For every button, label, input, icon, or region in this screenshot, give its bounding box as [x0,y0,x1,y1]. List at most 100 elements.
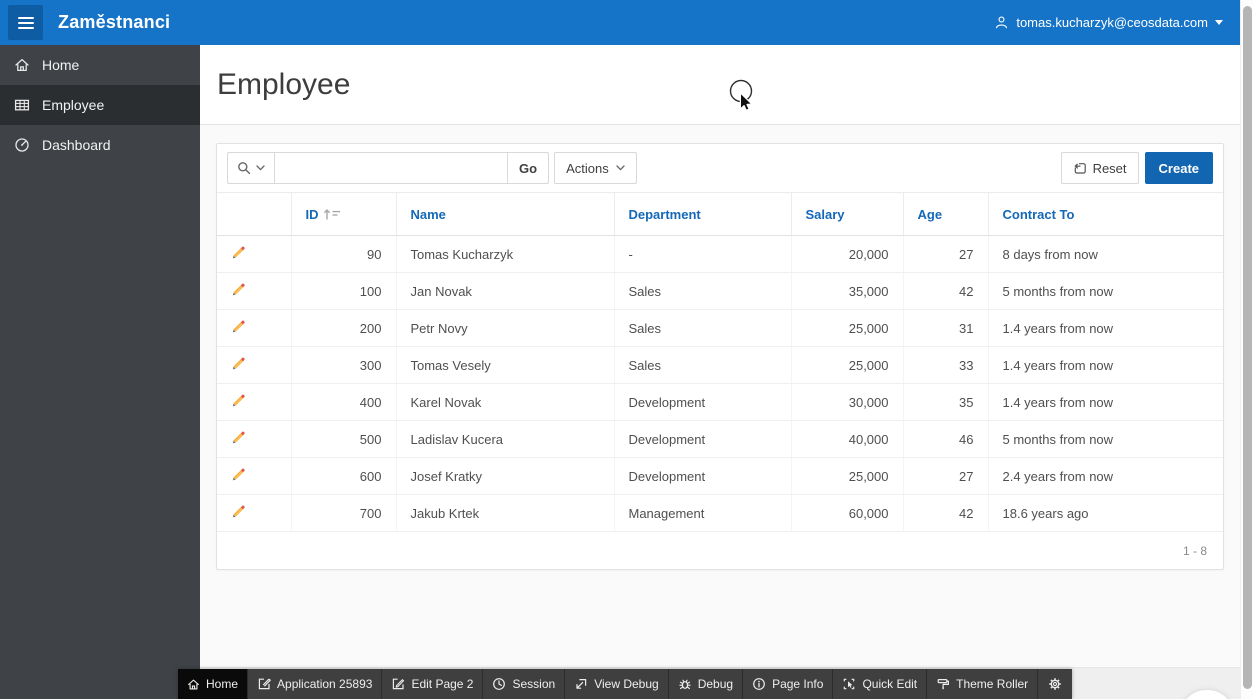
cell-contract-to: 1.4 years from now [988,384,1223,421]
scrollbar[interactable] [1240,0,1253,699]
report-body: 90 Tomas Kucharzyk - 20,000 27 8 days fr… [217,236,1223,532]
sidebar-item-label: Employee [42,97,104,113]
pencil-icon [231,319,246,334]
user-icon [994,15,1009,30]
cell-department: Sales [614,273,791,310]
cell-department: Sales [614,310,791,347]
table-row: 300 Tomas Vesely Sales 25,000 33 1.4 yea… [217,347,1223,384]
cell-salary: 40,000 [791,421,903,458]
table-row: 500 Ladislav Kucera Development 40,000 4… [217,421,1223,458]
devbar-edit-page-button[interactable]: Edit Page 2 [382,669,483,699]
cell-age: 27 [903,458,988,495]
quick-edit-icon [842,677,856,691]
actions-button[interactable]: Actions [554,152,637,184]
table-icon [14,97,30,113]
pencil-icon [231,356,246,371]
edit-row-button[interactable] [231,393,246,408]
bug-icon [678,677,692,691]
column-header-department[interactable]: Department [614,193,791,236]
edit-row-button[interactable] [231,504,246,519]
cell-salary: 25,000 [791,458,903,495]
page-title: Employee [217,68,350,102]
devbar-debug-button[interactable]: Debug [669,669,743,699]
reset-icon [1073,161,1087,175]
devbar-home-button[interactable]: Home [178,669,248,699]
cell-id: 400 [291,384,396,421]
sidebar: Home Employee Dashboard [0,45,200,699]
cell-salary: 25,000 [791,310,903,347]
home-icon [187,678,200,691]
column-header-salary[interactable]: Salary [791,193,903,236]
sidebar-item-employee[interactable]: Employee [0,85,200,125]
scrollbar-thumb[interactable] [1243,6,1252,689]
chevron-down-icon [616,165,625,171]
table-row: 100 Jan Novak Sales 35,000 42 5 months f… [217,273,1223,310]
cell-contract-to: 18.6 years ago [988,495,1223,532]
devbar-settings-button[interactable] [1038,669,1072,699]
cell-age: 31 [903,310,988,347]
edit-row-button[interactable] [231,467,246,482]
devbar-theme-roller-button[interactable]: Theme Roller [927,669,1038,699]
edit-row-button[interactable] [231,430,246,445]
cell-id: 700 [291,495,396,532]
edit-row-button[interactable] [231,245,246,260]
clock-icon [492,677,506,691]
sidebar-item-label: Dashboard [42,137,111,153]
column-header-id[interactable]: ID [291,193,396,236]
cell-id: 200 [291,310,396,347]
cell-name: Jan Novak [396,273,614,310]
cell-contract-to: 5 months from now [988,421,1223,458]
cell-name: Jakub Krtek [396,495,614,532]
edit-row-button[interactable] [231,356,246,371]
search-column-selector-button[interactable] [227,152,275,184]
column-header-name[interactable]: Name [396,193,614,236]
hamburger-icon [18,17,34,29]
create-button[interactable]: Create [1145,152,1213,184]
reset-button[interactable]: Reset [1061,152,1139,184]
sidebar-item-dashboard[interactable]: Dashboard [0,125,200,165]
edit-row-button[interactable] [231,319,246,334]
header-row: ID Name Department [217,193,1223,236]
gear-icon [1047,676,1063,692]
cell-id: 300 [291,347,396,384]
cell-age: 33 [903,347,988,384]
cell-name: Tomas Vesely [396,347,614,384]
cell-contract-to: 1.4 years from now [988,347,1223,384]
edit-row-button[interactable] [231,282,246,297]
table-row: 90 Tomas Kucharzyk - 20,000 27 8 days fr… [217,236,1223,273]
column-header-age[interactable]: Age [903,193,988,236]
user-menu[interactable]: tomas.kucharzyk@ceosdata.com [994,15,1223,30]
cell-age: 46 [903,421,988,458]
sidebar-item-home[interactable]: Home [0,45,200,85]
devbar-view-debug-button[interactable]: View Debug [565,669,669,699]
cell-department: - [614,236,791,273]
cell-name: Karel Novak [396,384,614,421]
cell-department: Management [614,495,791,532]
cell-id: 600 [291,458,396,495]
cell-salary: 60,000 [791,495,903,532]
cell-contract-to: 1.4 years from now [988,310,1223,347]
cell-age: 42 [903,273,988,310]
gauge-icon [14,137,30,153]
pagination-label: 1 - 8 [1183,544,1207,558]
table-row: 200 Petr Novy Sales 25,000 31 1.4 years … [217,310,1223,347]
devbar-application-button[interactable]: Application 25893 [248,669,382,699]
application-window: Zaměstnanci tomas.kucharzyk@ceosdata.com… [0,0,1253,699]
paint-roller-icon [936,677,950,691]
cell-salary: 30,000 [791,384,903,421]
menu-toggle-button[interactable] [8,5,43,40]
app-title: Zaměstnanci [58,12,170,33]
cell-name: Ladislav Kucera [396,421,614,458]
report-region: Go Actions Reset [216,143,1224,570]
cell-contract-to: 2.4 years from now [988,458,1223,495]
view-debug-icon [574,677,588,691]
devbar-session-button[interactable]: Session [483,669,565,699]
devbar-page-info-button[interactable]: Page Info [743,669,833,699]
devbar-quick-edit-button[interactable]: Quick Edit [833,669,927,699]
go-button[interactable]: Go [508,152,549,184]
user-email: tomas.kucharzyk@ceosdata.com [1016,15,1208,30]
column-header-contract-to[interactable]: Contract To [988,193,1223,236]
cell-age: 27 [903,236,988,273]
search-input[interactable] [275,152,508,184]
developer-toolbar: Home Application 25893 Edit Page 2 Sessi… [178,669,1072,699]
